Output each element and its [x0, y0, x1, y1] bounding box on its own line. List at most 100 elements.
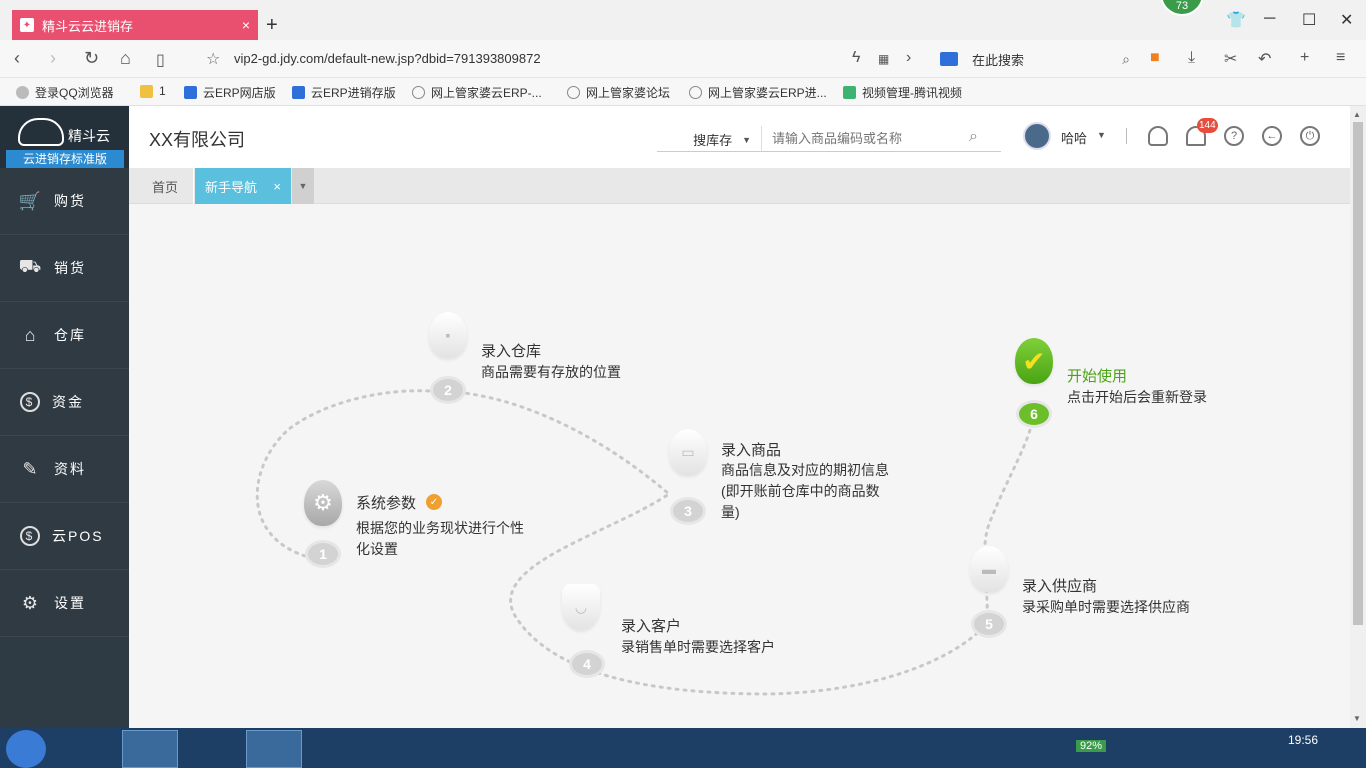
step-title[interactable]: 录入供应商	[1022, 575, 1097, 596]
bookmark-item[interactable]: 云ERP进销存版	[292, 84, 396, 101]
bookmark-star-icon[interactable]: ☆	[206, 49, 220, 69]
lightning-icon[interactable]: ϟ	[852, 49, 860, 67]
x-logo-icon	[184, 86, 197, 99]
forward-icon[interactable]: ›	[50, 48, 56, 69]
browser-search-box[interactable]: 在此搜索 ⌕	[940, 48, 1130, 70]
page-tabs: 首页 新手导航 × ▼	[129, 168, 1350, 204]
help-icon[interactable]: ?	[1224, 126, 1244, 146]
step-number[interactable]: 1	[305, 540, 341, 568]
browser-tab-active[interactable]: ✦ 精斗云云进销存 ×	[12, 10, 258, 40]
close-window-icon[interactable]: ✕	[1340, 10, 1353, 30]
start-button-icon[interactable]	[6, 730, 46, 768]
search-icon[interactable]: ⌕	[969, 128, 978, 146]
step-description: 商品需要有存放的位置	[481, 364, 621, 380]
bookmark-folder[interactable]: 1	[140, 84, 166, 98]
newbie-guide: ⚙ 1 系统参数 ✓ 根据您的业务现状进行个性化设置 ▪ 2 录入仓库 商品需要…	[129, 204, 1350, 728]
recorder-taskbar-icon[interactable]	[246, 730, 302, 768]
home-icon[interactable]: ⌂	[120, 48, 131, 69]
back-icon[interactable]: ‹	[14, 48, 20, 69]
scroll-down-icon[interactable]: ▼	[1353, 714, 1361, 723]
reader-icon[interactable]: ▯	[156, 50, 165, 70]
battery-indicator[interactable]: 92%	[1076, 740, 1107, 752]
menu-icon[interactable]: ≡	[1336, 49, 1345, 67]
user-icon	[16, 86, 29, 99]
refresh-icon[interactable]: ↻	[84, 48, 99, 69]
search-icon[interactable]: ⌕	[1122, 51, 1130, 68]
app-taskbar-icon[interactable]	[184, 730, 240, 768]
tab-dropdown-icon[interactable]: ▼	[292, 168, 314, 204]
download-icon[interactable]: ⤓	[1188, 49, 1195, 67]
nav-item-settings[interactable]: ⚙ 设置	[0, 570, 129, 637]
bookmark-item[interactable]: 视频管理-腾讯视频	[843, 84, 962, 101]
scroll-thumb[interactable]	[1353, 122, 1363, 625]
caret-down-icon[interactable]: ▼	[1097, 130, 1106, 140]
search-engine-icon	[940, 52, 958, 66]
search-scope-select[interactable]: 搜库存 ▼	[657, 128, 761, 152]
step-number[interactable]: 2	[430, 376, 466, 404]
browser-badge[interactable]: 73	[1160, 0, 1204, 16]
trolley-icon: ⛟	[18, 256, 44, 276]
address-bar: ‹ › ↻ ⌂ ▯ ☆ vip2-gd.jdy.com/default-new.…	[0, 40, 1366, 78]
scroll-up-icon[interactable]: ▲	[1353, 110, 1361, 119]
back-circle-icon[interactable]: ←	[1262, 126, 1282, 146]
browser-tab-close-button[interactable]: ×	[242, 17, 250, 33]
headset-icon[interactable]	[1148, 126, 1168, 146]
checkmark-shield-icon[interactable]: ✔	[1015, 338, 1053, 384]
step-title[interactable]: 录入客户	[621, 615, 681, 636]
bookmark-item[interactable]: 网上管家婆云ERP-...	[412, 84, 542, 101]
nav-item-data[interactable]: ✎ 资料	[0, 436, 129, 503]
tab-newbie-guide[interactable]: 新手导航 ×	[195, 168, 291, 204]
scissors-icon[interactable]: ✂	[1224, 49, 1237, 69]
play-icon	[843, 86, 856, 99]
bookmark-item[interactable]: 登录QQ浏览器	[16, 84, 114, 101]
warehouse-icon[interactable]: ▪	[429, 312, 467, 358]
step-number[interactable]: 5	[971, 610, 1007, 638]
tab-close-button[interactable]: ×	[273, 179, 281, 194]
nav-item-warehouse[interactable]: ⌂ 仓库	[0, 302, 129, 369]
site-favicon-icon: ✦	[20, 18, 34, 32]
undo-icon[interactable]: ↶	[1258, 49, 1271, 69]
step-number[interactable]: 4	[569, 650, 605, 678]
tab-home[interactable]: 首页	[137, 168, 194, 204]
page-scrollbar[interactable]: ▲ ▼	[1350, 106, 1366, 728]
new-tab-button[interactable]: +	[266, 14, 278, 37]
company-name: XX有限公司	[149, 130, 246, 150]
step-title[interactable]: 系统参数	[356, 492, 416, 513]
system-clock[interactable]: 19:56	[1288, 733, 1318, 747]
qr-icon[interactable]: ▦	[878, 52, 889, 66]
step-number[interactable]: 6	[1016, 400, 1052, 428]
url-field[interactable]: vip2-gd.jdy.com/default-new.jsp?dbid=791…	[234, 51, 541, 66]
nav-item-funds[interactable]: $ 资金	[0, 369, 129, 436]
cloud-logo-icon	[18, 118, 64, 146]
minimize-icon[interactable]: ─	[1264, 10, 1275, 28]
browser-tab-title: 精斗云云进销存	[42, 18, 134, 34]
username[interactable]: 哈哈	[1061, 128, 1087, 147]
nav-item-pos[interactable]: $ 云POS	[0, 503, 129, 570]
verified-badge-icon: ✓	[426, 494, 442, 510]
add-icon[interactable]: +	[1300, 49, 1309, 67]
maximize-icon[interactable]: ☐	[1302, 10, 1316, 30]
folder-icon[interactable]	[62, 730, 118, 768]
step-description: 根据您的业务现状进行个性化设置	[356, 520, 524, 557]
product-icon[interactable]: ▭	[669, 429, 707, 475]
video-icon[interactable]: ■	[1150, 49, 1160, 67]
supplier-icon[interactable]: ▬	[970, 546, 1008, 592]
shirt-icon[interactable]: 👕	[1226, 10, 1246, 30]
browser-taskbar-icon[interactable]	[122, 730, 178, 768]
step-title[interactable]: 录入商品	[721, 439, 781, 460]
avatar[interactable]	[1023, 122, 1051, 150]
notification-badge: 144	[1197, 118, 1218, 133]
bookmark-item[interactable]: 网上管家婆论坛	[567, 84, 670, 101]
start-using-title[interactable]: 开始使用	[1067, 365, 1127, 386]
bookmark-item[interactable]: 网上管家婆云ERP进...	[689, 84, 827, 101]
chevron-right-icon[interactable]: ›	[906, 49, 911, 67]
product-search-input[interactable]	[761, 126, 1001, 152]
power-icon[interactable]: ⏻	[1300, 126, 1320, 146]
customer-icon[interactable]: ◡	[562, 584, 600, 630]
nav-item-purchase[interactable]: 🛒 购货	[0, 168, 129, 235]
bookmark-item[interactable]: 云ERP网店版	[184, 84, 276, 101]
step-number[interactable]: 3	[670, 497, 706, 525]
settings-icon[interactable]: ⚙	[304, 480, 342, 526]
step-title[interactable]: 录入仓库	[481, 340, 541, 361]
nav-item-sales[interactable]: ⛟ 销货	[0, 235, 129, 302]
